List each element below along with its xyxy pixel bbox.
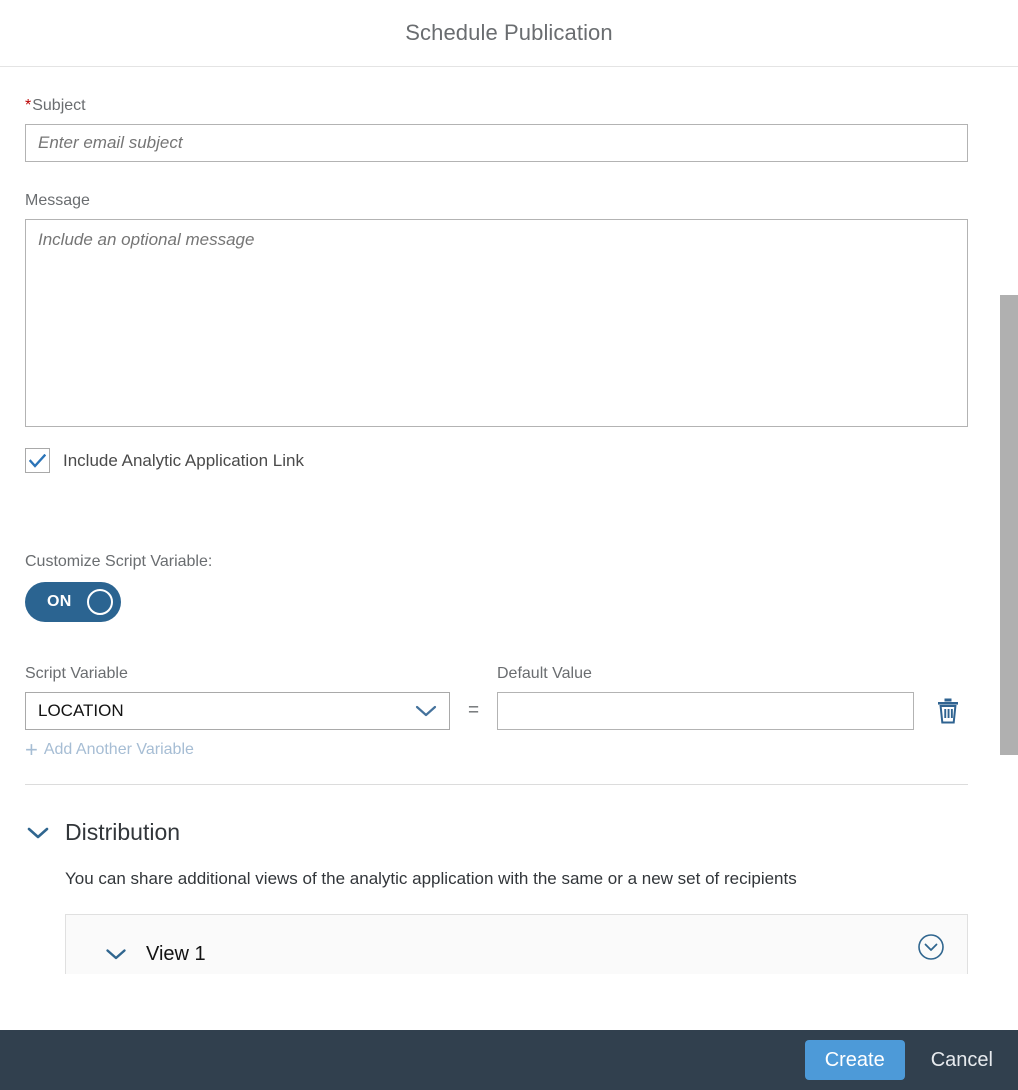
equals-sign: = — [467, 700, 480, 721]
cancel-button[interactable]: Cancel — [923, 1040, 1001, 1080]
script-variable-header: Script Variable — [25, 665, 128, 682]
subject-label-text: Subject — [32, 97, 86, 114]
view-panel: View 1 — [65, 913, 968, 974]
variable-column-headers: Script Variable Default Value — [25, 665, 993, 683]
checkmark-icon — [29, 453, 46, 468]
chevron-down-circle-icon — [918, 933, 944, 960]
customize-script-variable-label: Customize Script Variable: — [25, 553, 213, 570]
chevron-down-icon — [415, 705, 437, 717]
subject-label: *Subject — [25, 97, 993, 115]
view-expand-button[interactable] — [917, 933, 945, 961]
trash-icon — [938, 698, 958, 724]
chevron-down-icon — [106, 948, 126, 959]
scrollbar-track[interactable] — [1000, 67, 1018, 1030]
message-label: Message — [25, 192, 90, 209]
view-title: View 1 — [146, 942, 206, 965]
distribution-section-header[interactable]: Distribution — [25, 819, 180, 846]
delete-variable-button[interactable] — [933, 696, 963, 726]
default-value-input[interactable] — [497, 692, 914, 730]
dialog-header: Schedule Publication — [0, 0, 1018, 67]
customize-script-variable-toggle[interactable]: ON — [25, 582, 121, 622]
plus-icon: + — [25, 737, 38, 762]
distribution-title: Distribution — [65, 819, 181, 845]
distribution-description: You can share additional views of the an… — [65, 869, 797, 888]
scrollbar-thumb[interactable] — [1000, 295, 1018, 755]
checkbox-label: Include Analytic Application Link — [63, 450, 304, 470]
variable-row: LOCATION = — [25, 692, 993, 730]
include-analytic-application-link-checkbox-row[interactable]: Include Analytic Application Link — [25, 448, 993, 473]
add-another-variable-button[interactable]: + Add Another Variable — [25, 739, 194, 761]
subject-input[interactable] — [25, 124, 968, 162]
dialog-footer: Create Cancel — [0, 1030, 1018, 1090]
script-variable-select[interactable]: LOCATION — [25, 692, 450, 730]
toggle-state-text: ON — [47, 593, 72, 610]
default-value-header: Default Value — [497, 665, 592, 682]
add-another-variable-label: Add Another Variable — [43, 741, 194, 758]
distribution-collapse-toggle[interactable] — [25, 825, 51, 841]
message-textarea[interactable] — [25, 219, 968, 427]
create-button[interactable]: Create — [804, 1040, 905, 1080]
view-collapse-toggle[interactable] — [104, 947, 128, 962]
dialog-body: *Subject Message Include Analytic Applic… — [0, 67, 1018, 1030]
chevron-down-icon — [27, 827, 49, 838]
schedule-publication-dialog: Schedule Publication *Subject Message In… — [0, 0, 1018, 1090]
view-row[interactable]: View 1 — [66, 915, 967, 974]
toggle-knob[interactable] — [87, 589, 113, 615]
page-title: Schedule Publication — [405, 20, 613, 45]
checkbox-box[interactable] — [25, 448, 50, 473]
required-marker-icon: * — [25, 97, 32, 114]
script-variable-selected-value: LOCATION — [38, 701, 124, 720]
section-divider — [25, 784, 968, 785]
